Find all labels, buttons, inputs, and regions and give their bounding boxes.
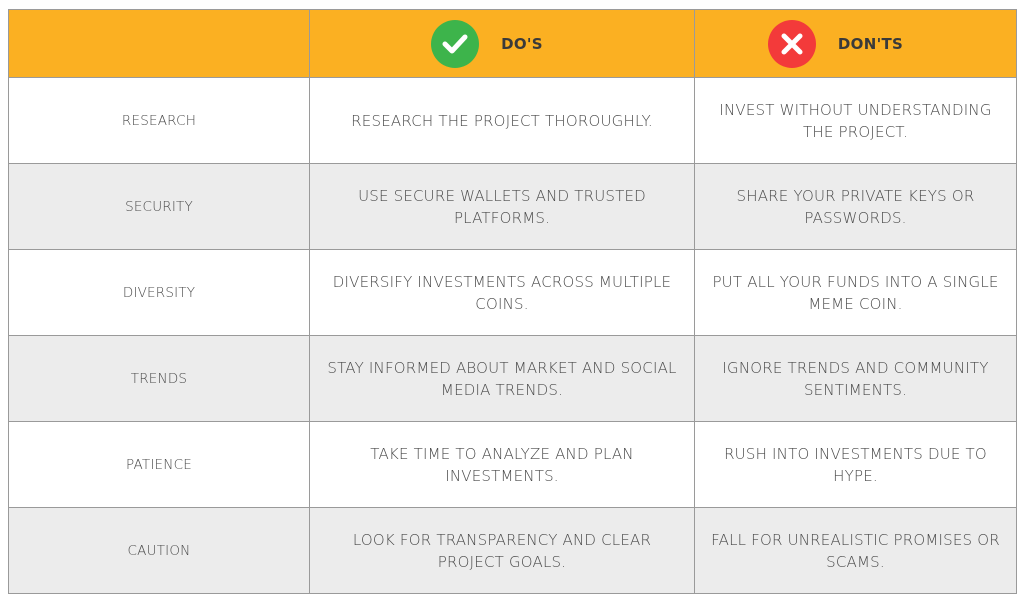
header-category-cell (8, 9, 310, 78)
donts-heading: DON'TS (837, 34, 904, 53)
dont-cell: IGNORE TRENDS AND COMMUNITY SENTIMENTS. (694, 335, 1017, 422)
dont-cell: FALL FOR UNREALISTIC PROMISES OR SCAMS. (694, 507, 1017, 594)
header-dos-cell: DO'S (309, 9, 695, 78)
dont-cell: SHARE YOUR PRIVATE KEYS OR PASSWORDS. (694, 163, 1017, 250)
do-cell: STAY INFORMED ABOUT MARKET AND SOCIAL ME… (309, 335, 695, 422)
table-row: SECURITY USE SECURE WALLETS AND TRUSTED … (8, 163, 1017, 250)
table-row: RESEARCH RESEARCH THE PROJECT THOROUGHLY… (8, 77, 1017, 164)
check-circle-icon (431, 19, 480, 68)
category-cell: CAUTION (8, 507, 310, 594)
dont-cell: INVEST WITHOUT UNDERSTANDING THE PROJECT… (694, 77, 1017, 164)
do-cell: RESEARCH THE PROJECT THOROUGHLY. (309, 77, 695, 164)
dos-donts-table: DO'S DON'TS RESEARCH RESEARCH THE PROJEC… (8, 9, 1017, 594)
category-cell: PATIENCE (8, 421, 310, 508)
dos-heading: DO'S (501, 34, 543, 53)
category-cell: DIVERSITY (8, 249, 310, 336)
category-cell: SECURITY (8, 163, 310, 250)
do-cell: DIVERSIFY INVESTMENTS ACROSS MULTIPLE CO… (309, 249, 695, 336)
x-circle-icon (767, 19, 816, 68)
do-cell: TAKE TIME TO ANALYZE AND PLAN INVESTMENT… (309, 421, 695, 508)
do-cell: USE SECURE WALLETS AND TRUSTED PLATFORMS… (309, 163, 695, 250)
table-row: DIVERSITY DIVERSIFY INVESTMENTS ACROSS M… (8, 249, 1017, 336)
dont-cell: RUSH INTO INVESTMENTS DUE TO HYPE. (694, 421, 1017, 508)
category-cell: RESEARCH (8, 77, 310, 164)
category-cell: TRENDS (8, 335, 310, 422)
table-row: TRENDS STAY INFORMED ABOUT MARKET AND SO… (8, 335, 1017, 422)
table-row: PATIENCE TAKE TIME TO ANALYZE AND PLAN I… (8, 421, 1017, 508)
do-cell: LOOK FOR TRANSPARENCY AND CLEAR PROJECT … (309, 507, 695, 594)
dont-cell: PUT ALL YOUR FUNDS INTO A SINGLE MEME CO… (694, 249, 1017, 336)
table-row: CAUTION LOOK FOR TRANSPARENCY AND CLEAR … (8, 507, 1017, 594)
header-donts-cell: DON'TS (694, 9, 1017, 78)
header-row: DO'S DON'TS (8, 9, 1017, 78)
